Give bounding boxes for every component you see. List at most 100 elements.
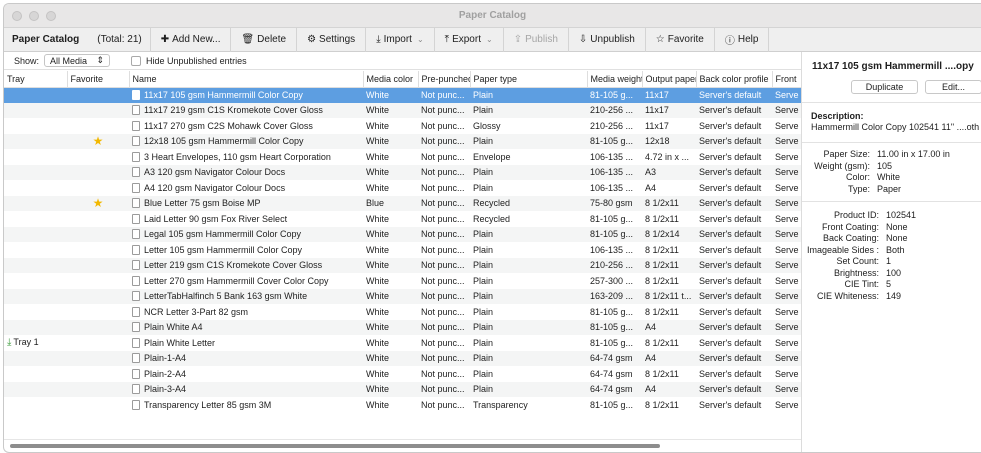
column-header[interactable]: Favorite (67, 71, 130, 88)
favorite-cell[interactable] (67, 118, 129, 134)
favorite-cell[interactable] (67, 335, 129, 351)
favorite-cell[interactable]: ★ (67, 195, 129, 211)
help-button[interactable]: ⓘ Help (715, 28, 769, 52)
table-row[interactable]: ★ Blue Letter 75 gsm Boise MP Blue Not punc… (4, 195, 801, 211)
table-row[interactable]: Plain White A4 White Not punc... Plain 81-10… (4, 319, 801, 335)
table-row[interactable]: LetterTabHalfinch 5 Bank 163 gsm White Wh… (4, 288, 801, 304)
table-row[interactable]: Laid Letter 90 gsm Fox River Select White… (4, 211, 801, 227)
favorite-cell[interactable] (67, 149, 129, 165)
front-cell: Serve (772, 257, 801, 273)
favorite-cell[interactable] (67, 288, 129, 304)
details-panel: 11x17 105 gsm Hammermill ....opy Duplica… (801, 52, 981, 452)
favorite-cell[interactable] (67, 102, 129, 118)
favorite-cell[interactable] (67, 319, 129, 335)
table-row[interactable]: Legal 105 gsm Hammermill Color Copy White… (4, 226, 801, 242)
table-row[interactable]: ★ 12x18 105 gsm Hammermill Color Copy Whit… (4, 133, 801, 149)
edit-button[interactable]: Edit... (925, 80, 981, 94)
document-icon (132, 260, 140, 271)
favorite-cell[interactable] (67, 366, 129, 382)
media-color-cell: White (366, 182, 390, 193)
tray-cell (4, 180, 67, 196)
table-row[interactable]: 11x17 219 gsm C1S Kromekote Cover Gloss W… (4, 102, 801, 118)
column-header[interactable]: Media weight (587, 71, 643, 88)
media-color-cell: White (363, 226, 418, 242)
column-header[interactable]: Paper type (470, 71, 588, 88)
property-row: Weight (gsm): 105 (802, 161, 981, 173)
table-row[interactable]: A4 120 gsm Navigator Colour Docs White Not… (4, 180, 801, 196)
column-header[interactable]: Front (772, 71, 802, 88)
delete-button[interactable]: 🗑 Delete (231, 28, 296, 52)
column-header[interactable]: Back color profile (696, 71, 773, 88)
zoom-window-button[interactable] (46, 11, 56, 21)
favorite-cell[interactable] (67, 304, 129, 320)
export-button[interactable]: ⤒ Export ⌄ (435, 28, 503, 52)
column-header[interactable]: Name (129, 71, 364, 88)
property-row: Imageable Sides : Both (802, 245, 981, 257)
table-row[interactable]: Plain-3-A4 White Not punc... Plain 64-74 gsm… (4, 381, 801, 397)
favorite-cell[interactable] (67, 381, 129, 397)
hide-unpublished-checkbox[interactable] (131, 55, 142, 66)
paper-name: 3 Heart Envelopes, 110 gsm Heart Corpora… (144, 151, 331, 162)
favorite-button[interactable]: ☆ Favorite (646, 28, 714, 52)
table-row[interactable]: A3 120 gsm Navigator Colour Docs White Not… (4, 164, 801, 180)
paper-catalog-window: Paper Catalog Paper Catalog (Total: 21) … (3, 3, 981, 453)
paper-type-cell: Recycled (470, 195, 587, 211)
tray-cell (4, 118, 67, 134)
settings-button[interactable]: ⚙ Settings (297, 28, 365, 52)
favorite-cell[interactable] (67, 180, 129, 196)
media-color-cell: White (366, 368, 390, 379)
pre-punched-cell: Not punc... (421, 399, 465, 410)
table-row[interactable]: 3 Heart Envelopes, 110 gsm Heart Corpora… (4, 149, 801, 165)
document-icon (132, 213, 140, 224)
favorite-cell[interactable] (67, 226, 129, 242)
table-row[interactable]: Plain-2-A4 White Not punc... Plain 64-74 gsm… (4, 366, 801, 382)
front-cell: Serve (772, 195, 801, 211)
duplicate-button[interactable]: Duplicate (851, 80, 918, 94)
column-header[interactable]: Pre-punched (418, 71, 471, 88)
document-icon (132, 306, 140, 317)
property-value: Both (886, 244, 905, 255)
favorite-cell[interactable] (67, 211, 129, 227)
favorite-cell[interactable] (67, 242, 129, 258)
window-controls (12, 11, 56, 21)
favorite-cell[interactable] (67, 350, 129, 366)
horizontal-scrollbar[interactable] (10, 444, 660, 448)
table-row[interactable]: 11x17 105 gsm Hammermill Color Copy White… (4, 87, 801, 103)
favorite-cell[interactable] (67, 164, 129, 180)
table-row[interactable]: Letter 105 gsm Hammermill Color Copy Whit… (4, 242, 801, 258)
unpublish-button[interactable]: ⇩ Unpublish (569, 28, 645, 52)
paper-name: Plain-3-A4 (144, 384, 187, 395)
column-header[interactable]: Tray (4, 71, 68, 88)
name-cell: 12x18 105 gsm Hammermill Color Copy (129, 133, 363, 149)
table-row[interactable]: Plain-1-A4 White Not punc... Plain 64-74 gsm… (4, 350, 801, 366)
table-row[interactable]: 11x17 270 gsm C2S Mohawk Cover Gloss Whit… (4, 118, 801, 134)
favorite-cell[interactable] (67, 257, 129, 273)
favorite-cell[interactable] (67, 87, 129, 103)
paper-name: Plain-1-A4 (144, 353, 187, 364)
property-label: Imageable Sides : (806, 244, 879, 255)
close-window-button[interactable] (12, 11, 22, 21)
minimize-window-button[interactable] (29, 11, 39, 21)
column-header[interactable]: Output paper (642, 71, 697, 88)
publish-button[interactable]: ⇪ Publish (504, 28, 568, 52)
add-new-button[interactable]: ✚ Add New... (151, 28, 231, 52)
table-row[interactable]: Letter 219 gsm C1S Kromekote Cover Gloss… (4, 257, 801, 273)
favorite-cell[interactable] (67, 397, 129, 413)
pre-punched-cell: Not punc... (421, 337, 465, 348)
column-header[interactable]: Media color (363, 71, 419, 88)
name-cell: Blue Letter 75 gsm Boise MP (129, 195, 363, 211)
favorite-cell[interactable]: ★ (67, 133, 129, 149)
table-row[interactable]: NCR Letter 3-Part 82 gsm White Not punc...… (4, 304, 801, 320)
media-weight-cell: 106-135 ... (590, 182, 634, 193)
front-cell: Serve (772, 102, 801, 118)
table-row[interactable]: Transparency Letter 85 gsm 3M White Not pu… (4, 397, 801, 413)
property-value: Paper (877, 183, 902, 194)
front-cell: Serve (775, 275, 799, 286)
import-button[interactable]: ⤓ Import ⌄ (366, 28, 433, 52)
table-row[interactable]: ⤓ Tray 1 Plain White Letter White Not punc..… (4, 335, 801, 351)
media-weight-cell: 81-105 g... (590, 213, 634, 224)
table-row[interactable]: Letter 270 gsm Hammermill Cover Color Co… (4, 273, 801, 289)
favorite-cell[interactable] (67, 273, 129, 289)
show-dropdown[interactable]: All Media ⇕ (44, 54, 111, 67)
media-color-cell: White (366, 120, 390, 131)
